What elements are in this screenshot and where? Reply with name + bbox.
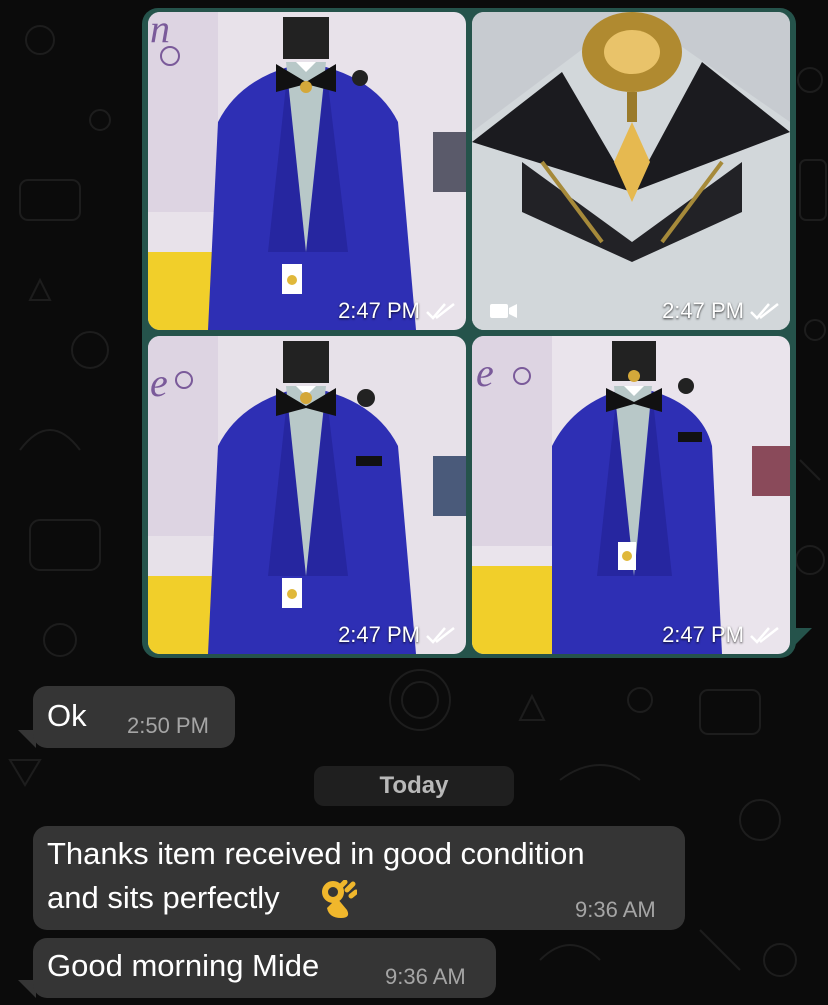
- album-bubble-tail: [792, 628, 812, 648]
- photo-timestamp: 2:47 PM: [338, 622, 456, 648]
- message-text: Ok: [47, 698, 87, 733]
- suit-pocket-photo: e: [148, 336, 466, 654]
- double-check-icon: [426, 627, 455, 644]
- date-divider: Today: [314, 766, 514, 806]
- photo-timestamp: 2:47 PM: [662, 622, 780, 648]
- message-text-line-1: Thanks item received in good condition: [47, 836, 585, 871]
- message-text: Good morning Mide: [47, 948, 320, 983]
- svg-text:e: e: [150, 360, 168, 405]
- message-time: 2:50 PM: [127, 713, 209, 738]
- double-check-icon: [750, 303, 779, 320]
- album-video-2[interactable]: 2:47 PM: [472, 12, 790, 330]
- message-time: 9:36 AM: [575, 897, 656, 922]
- ok-hand-emoji-icon: [322, 880, 357, 918]
- album-photo-4[interactable]: e 2:47 PM: [472, 336, 790, 654]
- photo-timestamp: 2:47 PM: [338, 298, 456, 324]
- suit-angle-photo: e: [472, 336, 790, 654]
- svg-text:n: n: [150, 12, 170, 51]
- album-photo-3[interactable]: e 2:47 PM: [148, 336, 466, 654]
- album-photo-1[interactable]: n 2:47 PM: [148, 12, 466, 330]
- message-time: 9:36 AM: [385, 964, 466, 989]
- svg-text:e: e: [476, 350, 494, 395]
- message-text-line-2: and sits perfectly: [47, 880, 280, 915]
- incoming-message[interactable]: Thanks item received in good condition a…: [33, 826, 685, 930]
- video-timestamp: 2:47 PM: [662, 298, 780, 324]
- double-check-icon: [750, 627, 779, 644]
- video-camera-icon: [490, 304, 517, 318]
- double-check-icon: [426, 303, 455, 320]
- brooch-closeup-video-thumb: [472, 12, 790, 330]
- incoming-message[interactable]: Ok 2:50 PM: [33, 686, 235, 748]
- incoming-message[interactable]: Good morning Mide 9:36 AM: [33, 938, 496, 998]
- suit-front-photo: n: [148, 12, 466, 330]
